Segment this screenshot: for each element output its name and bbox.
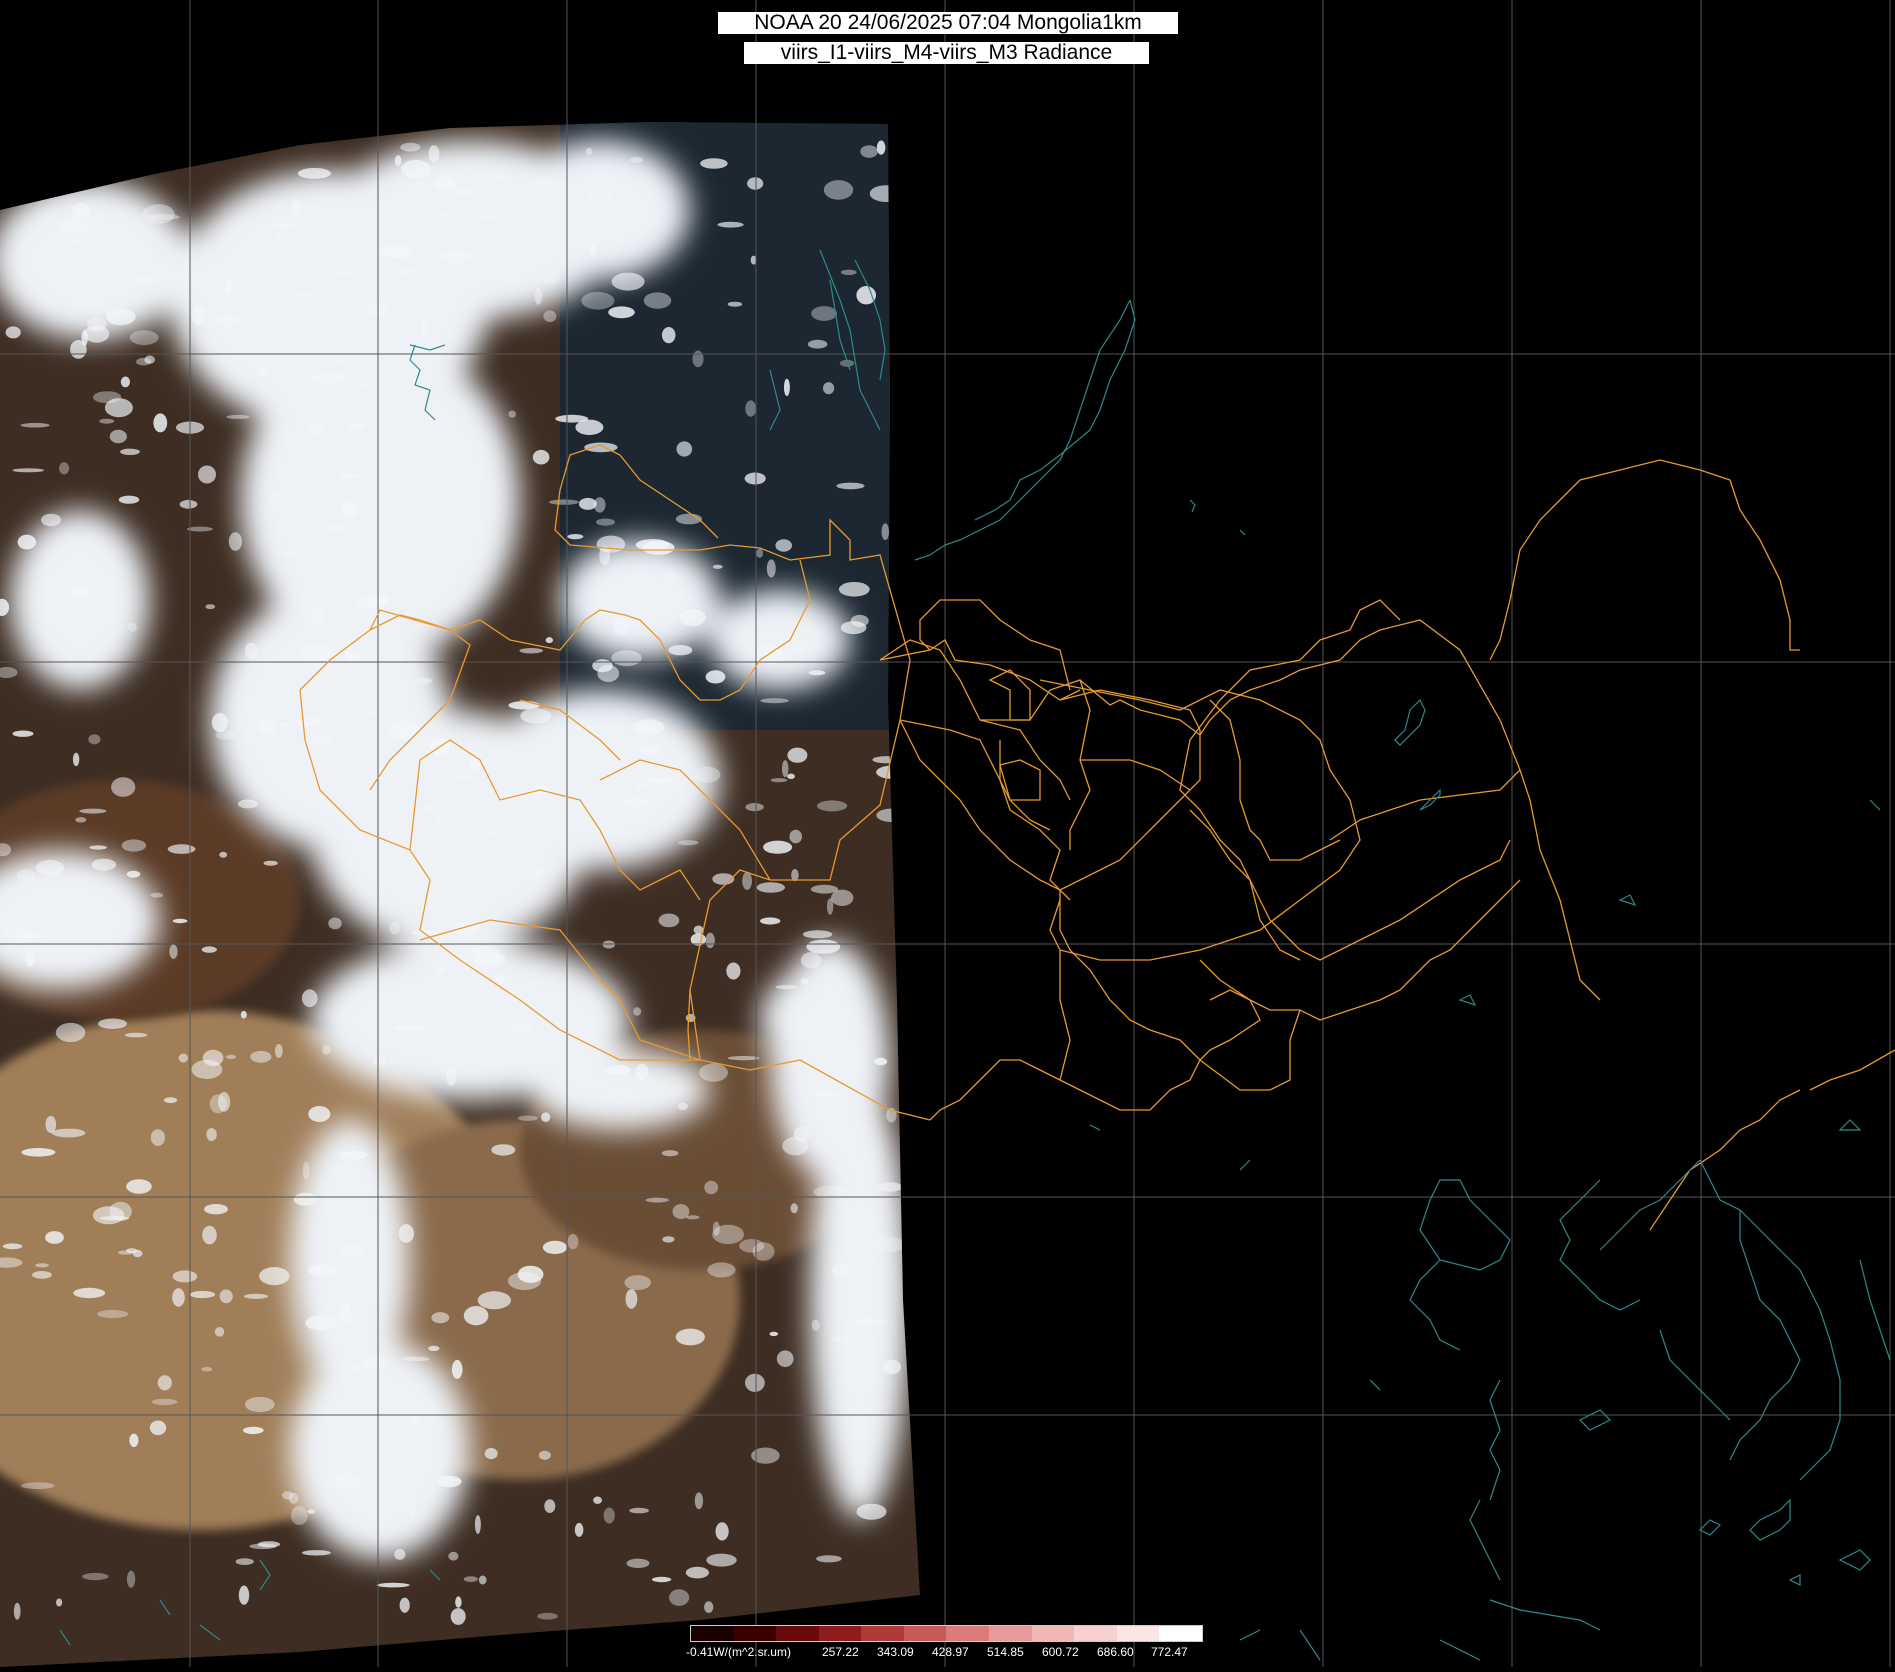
colorbar-label: 257.22	[822, 1645, 859, 1659]
colorbar-label: 600.72	[1042, 1645, 1079, 1659]
colorbar-swatch	[733, 1626, 777, 1641]
colorbar-label: -0.41W/(m^2.sr.um)	[686, 1645, 791, 1659]
satellite-swath	[0, 122, 920, 1667]
radiance-colorbar	[690, 1625, 1203, 1642]
colorbar-swatch	[861, 1626, 904, 1641]
colorbar-label: 343.09	[877, 1645, 914, 1659]
colorbar-label: 428.97	[932, 1645, 969, 1659]
colorbar-swatch	[903, 1626, 947, 1641]
colorbar-swatch	[776, 1626, 819, 1641]
map-title: NOAA 20 24/06/2025 07:04 Mongolia1km	[718, 12, 1178, 34]
colorbar-swatch	[989, 1626, 1032, 1641]
colorbar-label: 514.85	[987, 1645, 1024, 1659]
colorbar-label: 772.47	[1151, 1645, 1188, 1659]
colorbar-swatch	[818, 1626, 862, 1641]
satellite-map-view: NOAA 20 24/06/2025 07:04 Mongolia1km vii…	[0, 0, 1895, 1667]
map-subtitle: viirs_I1-viirs_M4-viirs_M3 Radiance	[744, 42, 1149, 64]
colorbar-swatch	[1159, 1626, 1202, 1641]
colorbar-swatch	[691, 1626, 734, 1641]
colorbar-swatch	[1031, 1626, 1075, 1641]
colorbar-swatch	[1074, 1626, 1117, 1641]
colorbar-label: 686.60	[1097, 1645, 1134, 1659]
satellite-image	[0, 0, 1895, 1667]
colorbar-swatch	[1116, 1626, 1160, 1641]
colorbar-swatch	[946, 1626, 990, 1641]
